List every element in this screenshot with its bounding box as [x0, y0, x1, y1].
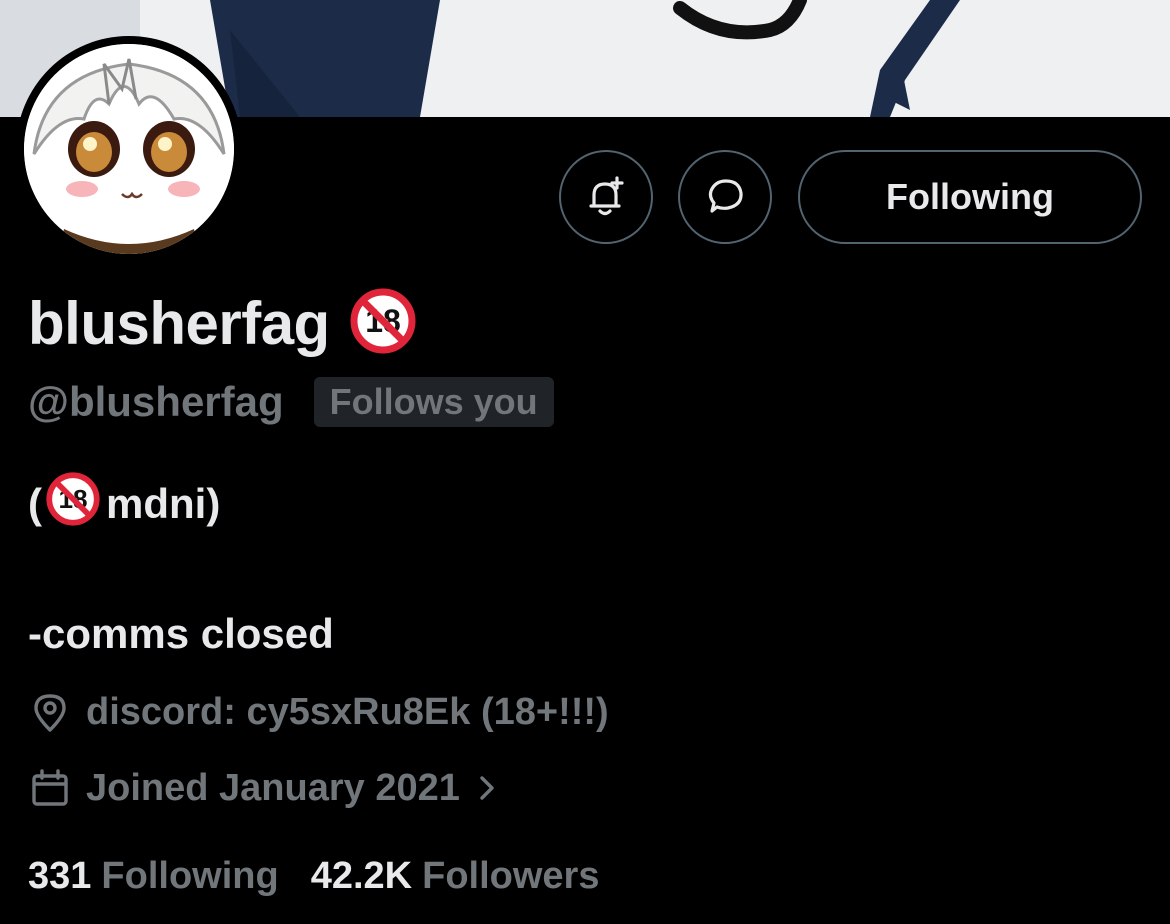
user-handle: @blusherfag	[28, 378, 284, 425]
avatar[interactable]	[16, 36, 242, 262]
location-text: discord: cy5sxRu8Ek (18+!!!)	[86, 690, 609, 733]
no-one-under-18-icon: 18	[350, 288, 416, 359]
followers-label: Followers	[422, 854, 600, 897]
profile-page: Following blusherfag 18 @blusherfag Foll…	[0, 0, 1170, 924]
bio-paren: (	[28, 480, 42, 527]
bio-text: mdni)	[106, 480, 221, 527]
calendar-icon	[32, 769, 68, 806]
notifications-button[interactable]	[559, 150, 653, 244]
display-name: blusherfag	[28, 289, 330, 357]
follows-you-badge: Follows you	[313, 377, 554, 427]
avatar-image	[24, 44, 234, 254]
chevron-right-icon	[480, 776, 494, 800]
display-name-row: blusherfag 18	[28, 288, 416, 358]
followers-count: 42.2K	[310, 854, 413, 897]
bio-line: -comms closed	[28, 610, 334, 657]
handle-row: @blusherfag Follows you	[28, 376, 554, 428]
no-one-under-18-icon: 18	[46, 472, 100, 536]
message-button[interactable]	[678, 150, 772, 244]
following-count: 331	[28, 854, 92, 897]
message-bubble-icon	[708, 179, 743, 213]
following-button[interactable]: Following	[798, 150, 1142, 244]
followers-stat[interactable]: 42.2K Followers	[311, 855, 600, 898]
location-row: discord: cy5sxRu8Ek (18+!!!)	[28, 684, 609, 740]
follow-stats: 331 Following 42.2K Followers	[28, 848, 631, 904]
bell-plus-icon	[589, 176, 624, 216]
bio-line: ( 18 mdni)	[28, 472, 221, 532]
location-pin-icon	[34, 694, 66, 732]
joined-row[interactable]: Joined January 2021	[28, 760, 500, 816]
following-label: Following	[101, 854, 279, 897]
following-stat[interactable]: 331 Following	[28, 855, 279, 898]
joined-text: Joined January 2021	[86, 766, 460, 809]
